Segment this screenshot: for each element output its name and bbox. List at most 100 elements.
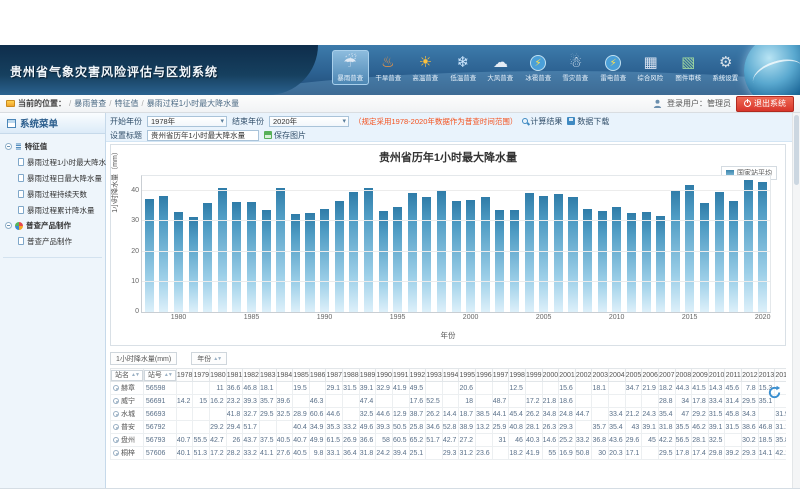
toolbar-item-0[interactable]: ☔暴雨普查 — [332, 50, 369, 85]
year-header-1980[interactable]: 1980 — [210, 369, 227, 382]
bar-2010[interactable] — [612, 207, 621, 312]
vertical-scrollbar[interactable] — [792, 113, 800, 488]
bar-2008[interactable] — [583, 209, 592, 312]
year-header-1998[interactable]: 1998 — [509, 369, 526, 382]
year-header-1984[interactable]: 1984 — [276, 369, 293, 382]
year-header-1978[interactable]: 1978 — [176, 369, 193, 382]
bar-1984[interactable] — [232, 202, 241, 312]
toolbar-item-9[interactable]: ▧图件审核 — [670, 50, 707, 85]
breadcrumb-item-2[interactable]: 暴雨过程1小时最大降水量 — [147, 99, 239, 108]
bar-2005[interactable] — [539, 196, 548, 312]
save-image-button[interactable]: 保存图片 — [264, 130, 306, 141]
bar-1981[interactable] — [189, 217, 198, 312]
station-name-cell[interactable]: 桐梓 — [111, 447, 144, 460]
station-name-cell[interactable]: 盘州 — [111, 434, 144, 447]
row-toggle-icon[interactable] — [113, 450, 119, 456]
bar-2002[interactable] — [495, 210, 504, 312]
row-toggle-icon[interactable] — [113, 385, 119, 391]
bar-1996[interactable] — [408, 193, 417, 312]
sort-icons[interactable]: ▲▼ — [213, 356, 221, 362]
bar-2017[interactable] — [715, 192, 724, 312]
year-header-1982[interactable]: 1982 — [243, 369, 260, 382]
toolbar-item-4[interactable]: ☁大风普查 — [482, 50, 519, 85]
chart-title-input[interactable]: 贵州省历年1小时最大降水量 — [147, 130, 259, 141]
year-header-1992[interactable]: 1992 — [409, 369, 426, 382]
bar-1990[interactable] — [320, 209, 329, 312]
year-header-2007[interactable]: 2007 — [658, 369, 675, 382]
year-header-1987[interactable]: 1987 — [326, 369, 343, 382]
bar-2019[interactable] — [744, 180, 753, 312]
year-header-2010[interactable]: 2010 — [708, 369, 725, 382]
bar-2013[interactable] — [656, 216, 665, 312]
bar-2006[interactable] — [554, 194, 563, 312]
bar-1992[interactable] — [349, 192, 358, 312]
tree-node-0[interactable]: ≣特征值 — [3, 139, 102, 154]
row-toggle-icon[interactable] — [113, 437, 119, 443]
end-year-select[interactable]: 2020年 — [269, 116, 349, 127]
download-button[interactable]: 数据下载 — [567, 116, 609, 127]
year-header-2005[interactable]: 2005 — [625, 369, 642, 382]
bar-1978[interactable] — [145, 199, 154, 312]
station-name-header[interactable]: 站名▲▼ — [111, 369, 144, 382]
bar-1979[interactable] — [159, 196, 168, 312]
station-name-cell[interactable]: 赫章 — [111, 382, 144, 395]
year-header-2011[interactable]: 2011 — [725, 369, 742, 382]
bar-2018[interactable] — [729, 201, 738, 312]
year-header-1983[interactable]: 1983 — [259, 369, 276, 382]
year-header-1989[interactable]: 1989 — [359, 369, 376, 382]
year-header-1985[interactable]: 1985 — [293, 369, 310, 382]
year-header-2008[interactable]: 2008 — [675, 369, 692, 382]
year-header-2001[interactable]: 2001 — [559, 369, 576, 382]
station-name-cell[interactable]: 普安 — [111, 421, 144, 434]
bar-2000[interactable] — [466, 200, 475, 312]
breadcrumb-item-1[interactable]: 特征值 — [114, 99, 138, 108]
toolbar-item-7[interactable]: ⚡雷电普查 — [595, 50, 632, 85]
bar-1994[interactable] — [379, 211, 388, 312]
year-header-1986[interactable]: 1986 — [309, 369, 326, 382]
toolbar-item-6[interactable]: ☃雪灾普查 — [557, 50, 594, 85]
year-header-1994[interactable]: 1994 — [442, 369, 459, 382]
year-header-1997[interactable]: 1997 — [492, 369, 509, 382]
station-name-cell[interactable]: 水城 — [111, 408, 144, 421]
toolbar-item-8[interactable]: ▦综合风险 — [632, 50, 669, 85]
toolbar-item-5[interactable]: ⚡冰雹普查 — [520, 50, 557, 85]
year-header-2014[interactable]: 2014 — [775, 369, 786, 382]
station-id-header[interactable]: 站号▲▼ — [143, 369, 176, 382]
row-toggle-icon[interactable] — [113, 424, 119, 430]
start-year-select[interactable]: 1978年 — [147, 116, 227, 127]
collapse-icon[interactable] — [5, 143, 12, 150]
toolbar-item-2[interactable]: ☀高温普查 — [407, 50, 444, 85]
bar-1985[interactable] — [247, 202, 256, 312]
tree-leaf-0-2[interactable]: 暴雨过程持续天数 — [3, 186, 102, 202]
tree-leaf-0-3[interactable]: 暴雨过程累计降水量 — [3, 202, 102, 218]
bar-2012[interactable] — [642, 212, 651, 312]
scrollbar-thumb[interactable] — [794, 115, 799, 185]
year-header-1981[interactable]: 1981 — [226, 369, 243, 382]
bar-2009[interactable] — [598, 211, 607, 312]
bar-2004[interactable] — [525, 193, 534, 312]
toolbar-item-3[interactable]: ❄低温普查 — [445, 50, 482, 85]
bar-2016[interactable] — [700, 203, 709, 312]
year-header-1996[interactable]: 1996 — [476, 369, 493, 382]
tree-leaf-0-0[interactable]: 暴雨过程1小时最大降水量 — [3, 154, 102, 170]
logout-button[interactable]: 退出系统 — [736, 96, 794, 112]
bar-2015[interactable] — [685, 185, 694, 312]
year-header-2004[interactable]: 2004 — [609, 369, 626, 382]
toolbar-item-10[interactable]: ⚙系统设置 — [707, 50, 744, 85]
bar-1998[interactable] — [437, 191, 446, 312]
year-header-1991[interactable]: 1991 — [392, 369, 409, 382]
sort-icons[interactable]: ▲▼ — [131, 372, 139, 378]
year-header-2003[interactable]: 2003 — [592, 369, 609, 382]
year-header-2002[interactable]: 2002 — [575, 369, 592, 382]
bar-1995[interactable] — [393, 207, 402, 312]
collapse-icon[interactable] — [5, 222, 12, 229]
bar-1999[interactable] — [452, 201, 461, 312]
toolbar-item-1[interactable]: ♨干旱普查 — [370, 50, 407, 85]
bar-2003[interactable] — [510, 210, 519, 312]
bar-1989[interactable] — [305, 213, 314, 312]
year-header-2013[interactable]: 2013 — [758, 369, 775, 382]
year-header-1993[interactable]: 1993 — [426, 369, 443, 382]
bar-2007[interactable] — [568, 197, 577, 312]
year-header-1988[interactable]: 1988 — [343, 369, 360, 382]
calculate-button[interactable]: 计算结果 — [522, 116, 562, 127]
